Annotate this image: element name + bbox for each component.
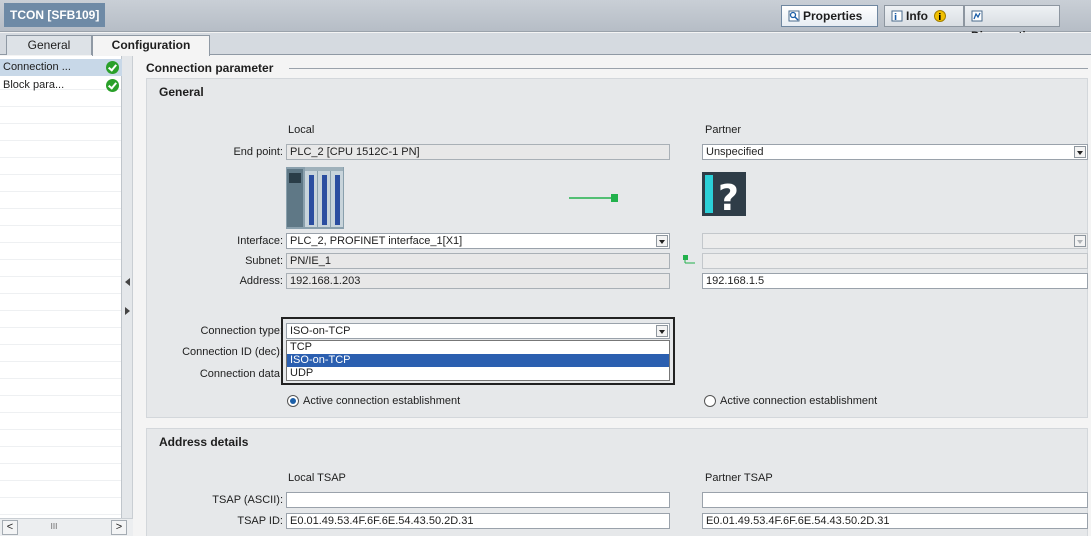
properties-icon [788,8,800,22]
local-address-field: 192.168.1.203 [286,273,670,289]
scroll-right-button[interactable]: > [111,520,127,535]
section-tabs: General Configuration [0,33,1091,56]
general-panel: General Local Partner End point: PLC_2 [… [146,78,1088,418]
local-tsap-ascii-input[interactable] [286,492,670,508]
panel-title-general: General [159,85,204,99]
panel-title-address-details: Address details [159,435,249,449]
chevron-down-icon[interactable] [656,235,668,247]
svg-text:i: i [894,13,897,22]
nav-item-label: Connection ... [3,61,71,73]
partner-tsap-id-input[interactable]: E0.01.49.53.4F.6F.6E.54.43.50.2D.31 [702,513,1088,529]
tab-properties-label: Properties [803,9,863,23]
nav-splitter[interactable] [122,56,133,536]
connection-link-icon [569,193,619,206]
subnet-label: Subnet: [245,255,283,267]
window-title: TCON [SFB109] [4,3,106,27]
expand-right-icon[interactable] [125,307,130,315]
local-interface-select[interactable]: PLC_2, PROFINET interface_1[X1] [286,233,670,249]
tsap-id-label: TSAP ID: [237,515,283,527]
local-interface-value: PLC_2, PROFINET interface_1[X1] [290,235,463,247]
check-ok-icon [106,79,119,92]
subnet-link-icon [683,255,697,268]
interface-label: Interface: [237,235,283,247]
address-label: Address: [239,275,283,287]
connection-data-label: Connection data: [199,368,283,380]
tab-info[interactable]: i Info i [884,5,964,27]
section-title-connection-parameter: Connection parameter [146,61,274,75]
local-header: Local [288,124,315,136]
connection-type-label: Connection type: [200,325,283,337]
config-content: Connection parameter General Local Partn… [134,56,1091,536]
partner-end-point-value: Unspecified [706,146,764,158]
tab-diagnostics[interactable]: Diagnostics [964,5,1060,43]
end-point-label: End point: [233,146,283,158]
info-warning-icon: i [934,8,947,23]
address-details-panel: Address details Local TSAP Partner TSAP … [146,428,1088,536]
partner-header: Partner [705,124,742,136]
tab-properties[interactable]: Properties [781,5,878,27]
svg-text:?: ? [718,178,739,216]
nav-horizontal-scrollbar[interactable]: < III > [0,518,133,536]
partner-end-point-select[interactable]: Unspecified [702,144,1088,160]
chevron-down-icon[interactable] [1074,146,1086,158]
connection-id-label: Connection ID (dec): [182,346,283,358]
partner-address-input[interactable]: 192.168.1.5 [702,273,1088,289]
tab-info-label: Info [906,9,928,23]
nav-item-label: Block para... [3,79,65,91]
svg-text:i: i [939,13,942,22]
scroll-left-button[interactable]: < [2,520,18,535]
nav-item-connection[interactable]: Connection ... [0,59,122,76]
local-active-radio[interactable] [287,395,299,407]
partner-tsap-ascii-input[interactable] [702,492,1088,508]
plc-device-icon [286,167,344,232]
title-bar: TCON [SFB109] Properties i Info i Diagno… [0,0,1091,43]
local-tsap-header: Local TSAP [288,472,346,484]
partner-interface-select [702,233,1088,249]
section-divider [289,68,1088,69]
nav-item-block-parameter[interactable]: Block para... [0,77,122,94]
tab-configuration[interactable]: Configuration [92,35,210,56]
highlight-frame [281,317,675,385]
scroll-grip-icon[interactable]: III [48,523,60,531]
tab-general[interactable]: General [6,35,92,55]
config-nav: Connection ... Block para... [0,56,122,536]
local-tsap-id-input[interactable]: E0.01.49.53.4F.6F.6E.54.43.50.2D.31 [286,513,670,529]
info-tab-icon: i [891,8,903,23]
local-end-point-field: PLC_2 [CPU 1512C-1 PN] [286,144,670,160]
diagnostics-icon [971,8,983,22]
tsap-ascii-label: TSAP (ASCII): [212,494,283,506]
chevron-down-icon [1074,235,1086,247]
partner-subnet-field [702,253,1088,269]
collapse-left-icon[interactable] [125,278,130,286]
partner-tsap-header: Partner TSAP [705,472,773,484]
local-active-label: Active connection establishment [303,395,461,407]
partner-active-label: Active connection establishment [720,395,878,407]
unspecified-partner-icon: ? [702,172,746,219]
local-subnet-field: PN/IE_1 [286,253,670,269]
partner-active-radio[interactable] [704,395,716,407]
check-ok-icon [106,61,119,74]
